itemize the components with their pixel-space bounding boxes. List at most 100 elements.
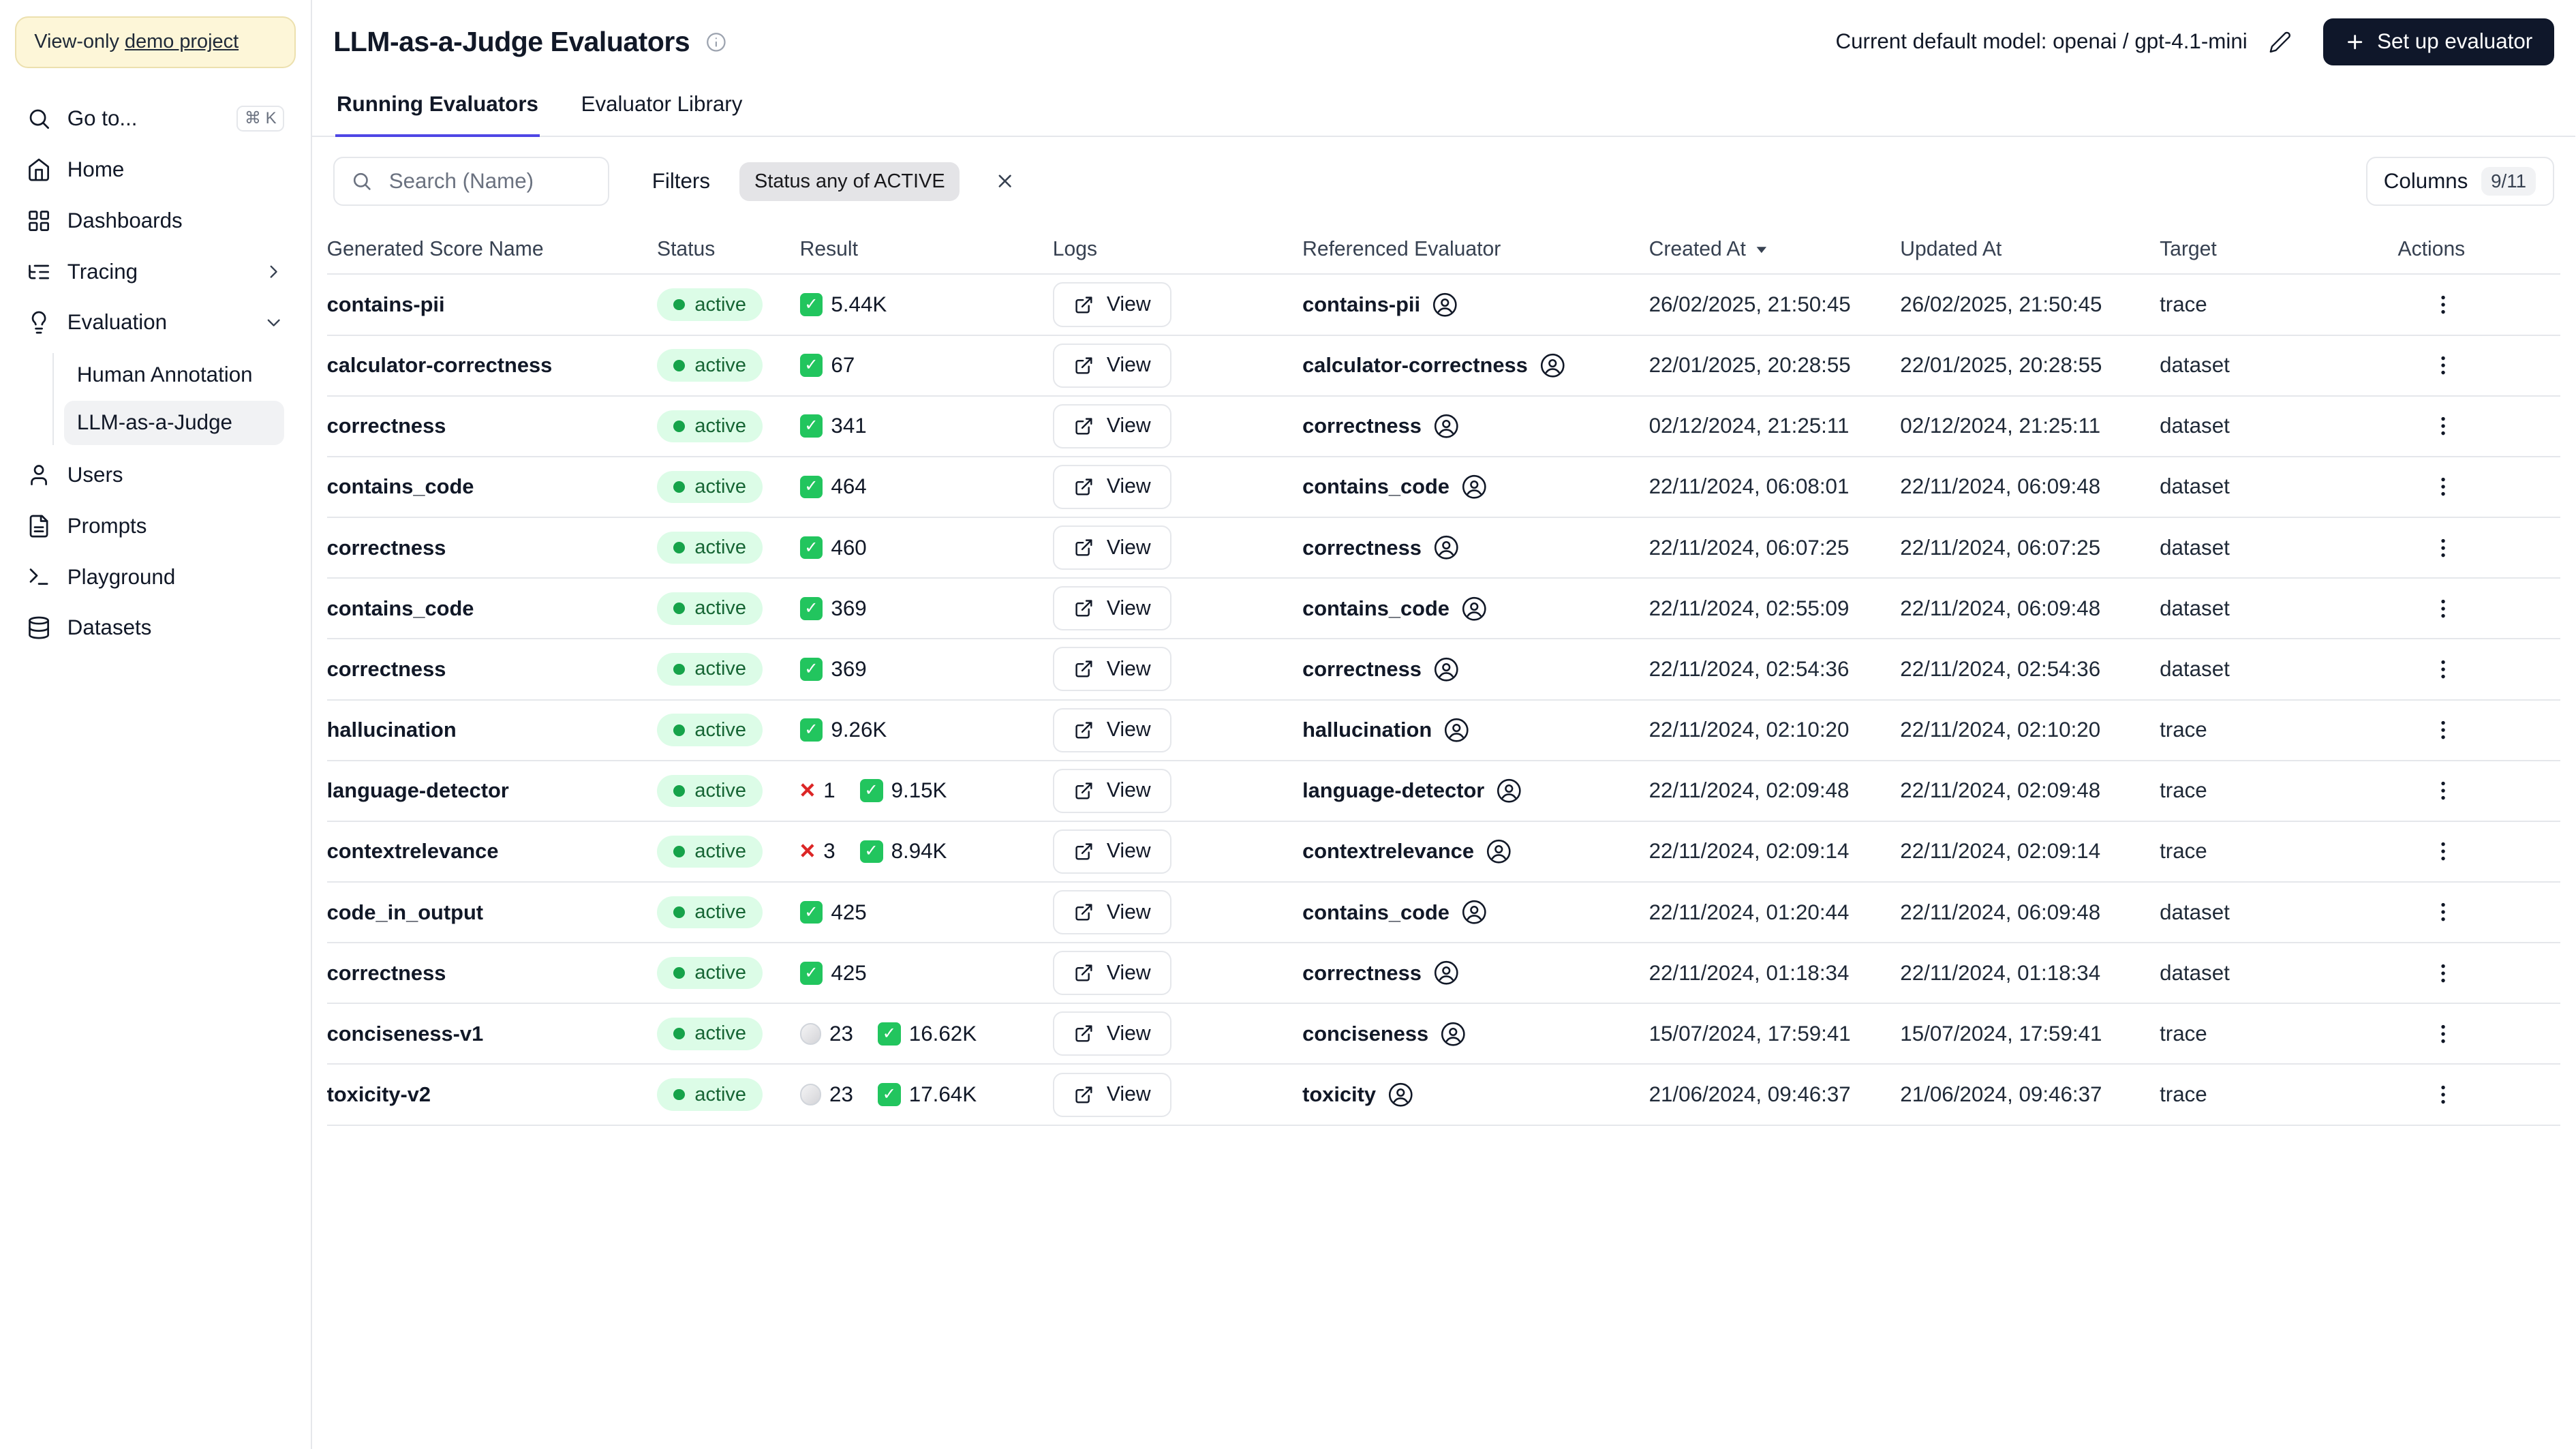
result-count: 5.44K bbox=[831, 292, 887, 316]
view-logs-button[interactable]: View bbox=[1052, 343, 1172, 388]
search-box[interactable] bbox=[333, 156, 610, 207]
view-logs-button[interactable]: View bbox=[1052, 1072, 1172, 1117]
sidebar-item-prompts[interactable]: Prompts bbox=[13, 502, 297, 550]
row-actions-button[interactable] bbox=[2424, 408, 2462, 445]
referenced-evaluator-link[interactable]: correctness bbox=[1302, 960, 1459, 986]
view-logs-button[interactable]: View bbox=[1052, 647, 1172, 692]
table-row[interactable]: contextrelevance active × 3 ✓ 8.94K View co… bbox=[326, 822, 2561, 883]
view-logs-button[interactable]: View bbox=[1052, 525, 1172, 570]
table-row[interactable]: hallucination active ✓ 9.26K View halluci… bbox=[326, 701, 2561, 761]
table-row[interactable]: contains_code active ✓ 464 View contains_… bbox=[326, 457, 2561, 519]
score-name: contains_code bbox=[326, 474, 474, 499]
row-actions-button[interactable] bbox=[2424, 529, 2462, 566]
search-input[interactable] bbox=[385, 167, 592, 196]
dots-vertical-icon bbox=[2441, 720, 2445, 739]
view-button-label: View bbox=[1106, 414, 1151, 438]
table-row[interactable]: toxicity-v2 active 23 ✓ 17.64K View toxici… bbox=[326, 1065, 2561, 1126]
row-actions-button[interactable] bbox=[2424, 286, 2462, 323]
table-row[interactable]: correctness active ✓ 460 View correctness… bbox=[326, 518, 2561, 579]
view-logs-button[interactable]: View bbox=[1052, 282, 1172, 327]
referenced-evaluator-link[interactable]: correctness bbox=[1302, 534, 1459, 561]
table-row[interactable]: code_in_output active ✓ 425 View contains… bbox=[326, 883, 2561, 944]
sidebar-item-home[interactable]: Home bbox=[13, 147, 297, 194]
table-row[interactable]: correctness active ✓ 425 View correctness… bbox=[326, 943, 2561, 1005]
sidebar-item-label: Human Annotation bbox=[76, 363, 253, 387]
referenced-evaluator-link[interactable]: contains_code bbox=[1302, 596, 1487, 622]
external-link-icon bbox=[1075, 418, 1092, 435]
result-count: 23 bbox=[829, 1082, 853, 1107]
referenced-evaluator-link[interactable]: correctness bbox=[1302, 656, 1459, 683]
edit-model-button[interactable] bbox=[2264, 25, 2297, 58]
row-actions-button[interactable] bbox=[2424, 468, 2462, 506]
referenced-evaluator-link[interactable]: contains-pii bbox=[1302, 292, 1458, 318]
referenced-evaluator-link[interactable]: language-detector bbox=[1302, 778, 1522, 804]
status-label: active bbox=[694, 901, 746, 924]
view-logs-button[interactable]: View bbox=[1052, 829, 1172, 874]
row-actions-button[interactable] bbox=[2424, 772, 2462, 810]
referenced-evaluator-link[interactable]: contains_code bbox=[1302, 474, 1487, 500]
status-label: active bbox=[694, 536, 746, 559]
clear-filters-button[interactable] bbox=[986, 162, 1024, 200]
referenced-evaluator-link[interactable]: calculator-correctness bbox=[1302, 352, 1565, 379]
success-icon: ✓ bbox=[878, 1083, 901, 1106]
row-actions-button[interactable] bbox=[2424, 650, 2462, 688]
view-logs-button[interactable]: View bbox=[1052, 1011, 1172, 1056]
sidebar-item-tracing[interactable]: Tracing bbox=[13, 248, 297, 296]
columns-button[interactable]: Columns 9/11 bbox=[2365, 156, 2554, 207]
filters-button[interactable]: Filters bbox=[639, 159, 723, 204]
sidebar-item-datasets[interactable]: Datasets bbox=[13, 604, 297, 652]
view-logs-button[interactable]: View bbox=[1052, 951, 1172, 996]
created-at: 22/01/2025, 20:28:55 bbox=[1649, 353, 1851, 378]
referenced-evaluator-link[interactable]: toxicity bbox=[1302, 1082, 1413, 1108]
external-link-icon bbox=[1075, 539, 1092, 556]
table-row[interactable]: contains-pii active ✓ 5.44K View contains… bbox=[326, 275, 2561, 336]
tab-running-evaluators[interactable]: Running Evaluators bbox=[335, 77, 540, 138]
view-logs-button[interactable]: View bbox=[1052, 890, 1172, 935]
view-logs-button[interactable]: View bbox=[1052, 707, 1172, 752]
view-logs-button[interactable]: View bbox=[1052, 768, 1172, 813]
row-actions-button[interactable] bbox=[2424, 954, 2462, 992]
sidebar-item-users[interactable]: Users bbox=[13, 451, 297, 499]
row-actions-button[interactable] bbox=[2424, 894, 2462, 931]
view-logs-button[interactable]: View bbox=[1052, 586, 1172, 631]
success-icon: ✓ bbox=[799, 658, 823, 681]
result-success: ✓ 17.64K bbox=[878, 1082, 977, 1107]
row-actions-button[interactable] bbox=[2424, 833, 2462, 870]
sidebar-item-human-annotation[interactable]: Human Annotation bbox=[64, 353, 285, 397]
sidebar-item-goto[interactable]: Go to... ⌘ K bbox=[13, 94, 297, 143]
view-button-label: View bbox=[1106, 900, 1151, 924]
updated-at: 22/11/2024, 02:09:48 bbox=[1900, 778, 2101, 803]
updated-at: 15/07/2024, 17:59:41 bbox=[1900, 1021, 2102, 1046]
info-icon[interactable] bbox=[705, 31, 728, 54]
row-actions-button[interactable] bbox=[2424, 590, 2462, 627]
table-row[interactable]: contains_code active ✓ 369 View contains_… bbox=[326, 579, 2561, 640]
table-row[interactable]: correctness active ✓ 341 View correctness… bbox=[326, 397, 2561, 457]
sidebar-item-evaluation[interactable]: Evaluation bbox=[13, 299, 297, 347]
referenced-evaluator-link[interactable]: correctness bbox=[1302, 413, 1459, 440]
view-logs-button[interactable]: View bbox=[1052, 403, 1172, 448]
referenced-evaluator-link[interactable]: conciseness bbox=[1302, 1021, 1466, 1048]
tab-evaluator-library[interactable]: Evaluator Library bbox=[579, 77, 744, 137]
referenced-evaluator-link[interactable]: contextrelevance bbox=[1302, 838, 1512, 865]
table-row[interactable]: conciseness-v1 active 23 ✓ 16.62K View con… bbox=[326, 1004, 2561, 1065]
set-up-evaluator-button[interactable]: Set up evaluator bbox=[2322, 18, 2554, 66]
success-icon: ✓ bbox=[799, 596, 823, 620]
view-logs-button[interactable]: View bbox=[1052, 464, 1172, 509]
referenced-evaluator-link[interactable]: hallucination bbox=[1302, 717, 1470, 744]
sidebar-item-llm-as-a-judge[interactable]: LLM-as-a-Judge bbox=[63, 400, 285, 445]
row-actions-button[interactable] bbox=[2424, 346, 2462, 384]
col-created-at[interactable]: Created At bbox=[1649, 238, 1901, 261]
row-actions-button[interactable] bbox=[2424, 1076, 2462, 1113]
row-actions-button[interactable] bbox=[2424, 711, 2462, 748]
table-row[interactable]: correctness active ✓ 369 View correctness… bbox=[326, 639, 2561, 701]
active-filter-badge[interactable]: Status any of ACTIVE bbox=[739, 162, 960, 201]
table-row[interactable]: calculator-correctness active ✓ 67 View c… bbox=[326, 336, 2561, 397]
sidebar-item-playground[interactable]: Playground bbox=[13, 553, 297, 601]
demo-project-link[interactable]: demo project bbox=[125, 31, 239, 52]
row-actions-button[interactable] bbox=[2424, 1015, 2462, 1052]
referenced-evaluator-link[interactable]: contains_code bbox=[1302, 899, 1487, 926]
score-name: correctness bbox=[326, 414, 446, 438]
referenced-evaluator-name: toxicity bbox=[1302, 1082, 1377, 1107]
sidebar-item-dashboards[interactable]: Dashboards bbox=[13, 197, 297, 245]
table-row[interactable]: language-detector active × 1 ✓ 9.15K View l… bbox=[326, 761, 2561, 822]
